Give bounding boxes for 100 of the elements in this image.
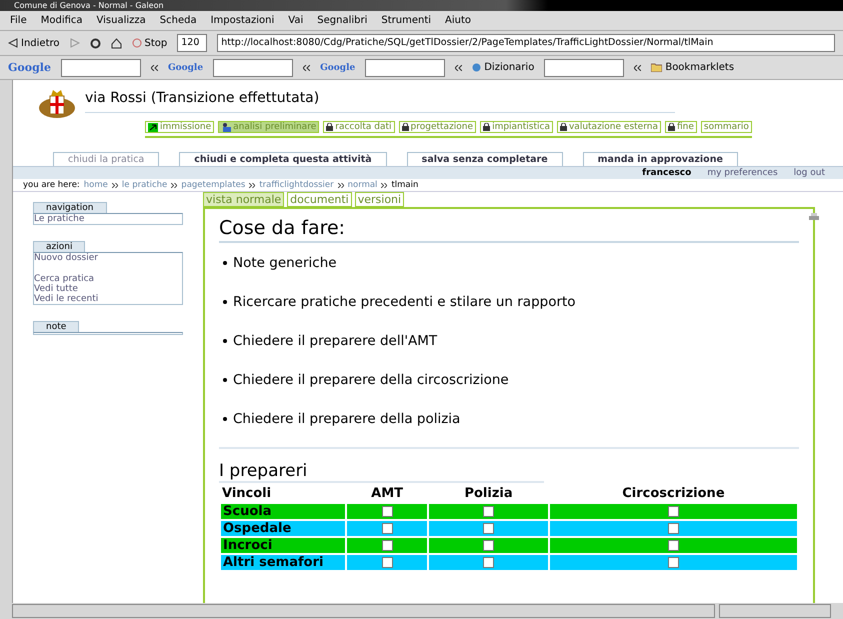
url-field[interactable]: http://localhost:8080/Cdg/Pratiche/SQL/getTlDossier/2/PageTemplates/TrafficLightDossier/Normal/tlMain — [217, 34, 835, 52]
todo-item: Chiedere il preparere della polizia — [233, 411, 460, 427]
checkbox[interactable] — [382, 523, 393, 534]
separator-icon — [381, 182, 388, 188]
row-label: Incroci — [221, 538, 345, 553]
checkbox[interactable] — [382, 557, 393, 568]
double-chevron-icon[interactable] — [455, 64, 462, 70]
row-label: Scuola — [221, 504, 345, 519]
row-label: Altri semafori — [221, 555, 345, 570]
workflow-tab[interactable]: sommario — [700, 121, 752, 133]
breadcrumb-link[interactable]: le pratiche — [122, 180, 168, 190]
section-heading: I prepareri — [219, 461, 544, 483]
double-chevron-icon[interactable] — [303, 64, 310, 70]
checkbox[interactable] — [668, 540, 679, 551]
bullet-icon — [223, 378, 227, 382]
dictionary-label[interactable]: Dizionario — [472, 62, 534, 73]
search-field[interactable] — [365, 58, 446, 76]
check-arrow-icon — [148, 122, 158, 132]
search-field[interactable] — [544, 58, 624, 76]
bullet-icon — [223, 339, 227, 343]
portlet-link[interactable]: Vedi le recenti — [34, 294, 182, 304]
portlet-title: note — [33, 321, 80, 332]
stop-button[interactable]: Stop — [132, 38, 168, 48]
menu-item[interactable]: Modifica — [38, 11, 85, 30]
user-link[interactable]: my preferences — [707, 168, 778, 178]
separator-icon — [171, 182, 178, 188]
breadcrumb-label: you are here: — [23, 180, 80, 190]
checkbox[interactable] — [483, 540, 494, 551]
breadcrumb-link[interactable]: pagetemplates — [181, 180, 246, 190]
todo-item: Ricercare pratiche precedenti e stilare un rapporto — [233, 294, 576, 310]
page-title: via Rossi (Transizione effettutata) — [85, 86, 675, 113]
search-field[interactable] — [213, 58, 294, 76]
globe-icon — [472, 63, 482, 72]
checkbox[interactable] — [668, 557, 679, 568]
search-field[interactable] — [60, 58, 141, 76]
double-chevron-icon[interactable] — [634, 64, 642, 70]
separator-icon — [112, 182, 118, 188]
workflow-tab[interactable]: immissione — [145, 121, 214, 133]
menu-item[interactable]: Segnalibri — [315, 11, 370, 30]
workflow-tab[interactable]: fine — [664, 121, 697, 133]
folder-icon — [651, 63, 662, 72]
checkbox[interactable] — [483, 523, 494, 534]
checkbox[interactable] — [668, 523, 679, 534]
google-logo: Google — [168, 62, 204, 72]
breadcrumb-link[interactable]: home — [84, 180, 108, 190]
user-name[interactable]: francesco — [642, 168, 692, 178]
double-chevron-icon[interactable] — [150, 64, 158, 70]
todo-item: Chiedere il preparere dell'AMT — [233, 333, 438, 349]
view-tab[interactable]: documenti — [287, 192, 352, 207]
menu-item[interactable]: Aiuto — [443, 11, 474, 30]
bullet-icon — [223, 300, 227, 304]
reload-icon[interactable] — [90, 38, 100, 48]
checkbox[interactable] — [382, 540, 393, 551]
breadcrumb-link[interactable]: trafficlightdossier — [259, 180, 334, 190]
checkbox[interactable] — [483, 506, 494, 517]
portlet-link[interactable]: Vedi tutte — [34, 284, 182, 294]
separator-icon — [338, 182, 344, 188]
portlet-link[interactable]: Le pratiche — [34, 214, 182, 224]
breadcrumb-link[interactable]: normal — [348, 180, 378, 190]
google-logo: Google — [320, 62, 356, 72]
back-button[interactable]: Indietro — [8, 38, 60, 48]
lock-icon — [560, 123, 567, 131]
menu-item[interactable]: Impostazioni — [208, 11, 276, 30]
menu-item[interactable]: Visualizza — [94, 11, 148, 30]
lock-icon — [326, 123, 334, 131]
home-icon[interactable] — [110, 38, 122, 48]
row-label: Ospedale — [221, 521, 345, 536]
column-header: Polizia — [463, 485, 514, 502]
workflow-tab[interactable]: raccolta dati — [323, 121, 395, 133]
checkbox[interactable] — [668, 506, 679, 517]
portlet-title: azioni — [33, 241, 86, 252]
section-heading: Cose da fare: — [219, 217, 799, 243]
stop-icon — [132, 38, 142, 48]
printer-icon[interactable] — [809, 213, 819, 222]
lock-icon — [483, 123, 490, 131]
user-link[interactable]: log out — [794, 168, 825, 178]
workflow-tab[interactable]: valutazione esterna — [556, 121, 661, 133]
checkbox[interactable] — [382, 506, 393, 517]
zoom-field[interactable]: 120 — [177, 34, 208, 52]
todo-item: Chiedere il preparere della circoscrizione — [233, 372, 509, 388]
menu-item[interactable]: File — [8, 11, 29, 30]
menu-item[interactable]: Strumenti — [379, 11, 434, 30]
google-logo: Google — [8, 61, 51, 74]
workflow-tab[interactable]: impiantistica — [480, 121, 553, 133]
menu-item[interactable]: Vai — [286, 11, 306, 30]
todo-item: Note generiche — [233, 255, 337, 271]
window-title: Comune di Genova - Normal - Galeon — [0, 0, 843, 11]
person-icon — [221, 122, 232, 132]
column-header: Circoscrizione — [621, 485, 726, 502]
back-arrow-icon — [8, 38, 18, 48]
separator-icon — [249, 182, 256, 188]
workflow-tab[interactable]: progettazione — [398, 121, 476, 133]
portlet-link[interactable]: Cerca pratica — [34, 274, 182, 284]
portlet-link[interactable]: Nuovo dossier — [34, 253, 182, 263]
breadcrumb-link[interactable]: tlmain — [391, 180, 418, 190]
menu-item[interactable]: Scheda — [158, 11, 199, 30]
bookmarklets-folder[interactable]: Bookmarklets — [651, 62, 734, 73]
view-tab[interactable]: versioni — [354, 192, 404, 207]
checkbox[interactable] — [483, 557, 494, 568]
portlet-title: navigation — [33, 202, 107, 213]
